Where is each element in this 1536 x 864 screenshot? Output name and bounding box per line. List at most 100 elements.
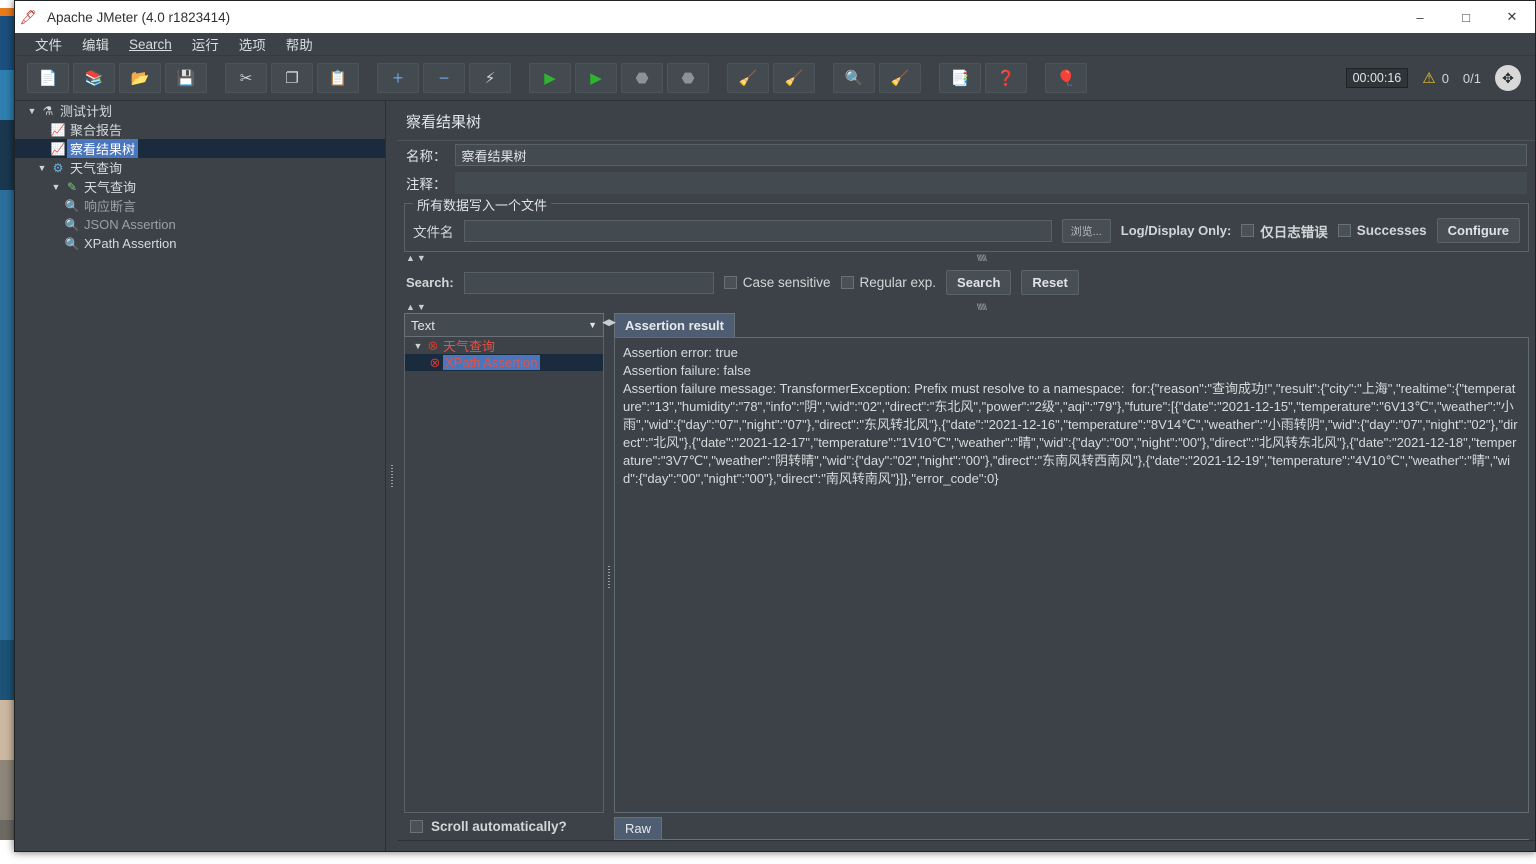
- warning-triangle-icon: ⚠: [1422, 70, 1436, 87]
- chevron-down-icon[interactable]: ▼: [25, 106, 39, 116]
- clear-all-button[interactable]: 🧹: [773, 63, 815, 93]
- reset-search-button[interactable]: 🧹: [879, 63, 921, 93]
- templates-button[interactable]: 📚: [73, 63, 115, 93]
- write-results-to-file-group: 所有数据写入一个文件 文件名 浏览... Log/Display Only: 仅…: [404, 195, 1529, 252]
- toggle-button[interactable]: ⚡: [469, 63, 511, 93]
- tree-node-aggregate-report[interactable]: 📈 聚合报告: [15, 120, 385, 139]
- chevron-down-icon[interactable]: ▼: [588, 320, 597, 330]
- view-results-tree-icon: 📈: [50, 141, 66, 156]
- connection-status-icon[interactable]: ✥: [1495, 65, 1521, 91]
- test-plan-tree[interactable]: ▼ ⚗ 测试计划 📈 聚合报告 📈 察看结果树 ▼ ⚙ 天气查询 ▼ ✎ 天气查…: [15, 101, 386, 851]
- new-button[interactable]: 📄: [27, 63, 69, 93]
- successes-checkbox[interactable]: Successes: [1337, 223, 1427, 238]
- configure-button[interactable]: Configure: [1436, 218, 1520, 243]
- up-arrow-icon[interactable]: ▲: [406, 253, 415, 263]
- copy-button[interactable]: ❐: [271, 63, 313, 93]
- scroll-automatically-checkbox[interactable]: [410, 820, 423, 833]
- start-button[interactable]: ▶: [529, 63, 571, 93]
- function-helper-button[interactable]: 📑: [939, 63, 981, 93]
- tree-node-view-results-tree[interactable]: 📈 察看结果树: [15, 139, 385, 158]
- menu-search-label: Search: [129, 36, 172, 52]
- comment-field-row: 注释：: [398, 169, 1535, 197]
- warning-indicator[interactable]: ⚠ 0: [1422, 69, 1449, 87]
- menu-search[interactable]: Search: [119, 35, 182, 54]
- minimize-button[interactable]: –: [1397, 1, 1443, 33]
- browse-button[interactable]: 浏览...: [1061, 218, 1111, 243]
- tree-node-xpath-assertion[interactable]: 🔍 XPath Assertion: [15, 234, 385, 253]
- save-button[interactable]: 💾: [165, 63, 207, 93]
- search-input[interactable]: [463, 271, 714, 294]
- expand-all-button[interactable]: +: [377, 63, 419, 93]
- shutdown-button[interactable]: ⬣: [667, 63, 709, 93]
- regular-expression-checkbox[interactable]: Regular exp.: [840, 275, 937, 290]
- name-label: 名称：: [406, 149, 447, 164]
- page-title: 察看结果树: [406, 114, 482, 131]
- tree-node-response-assertion[interactable]: 🔍 响应断言: [15, 196, 385, 215]
- case-sensitive-label: Case sensitive: [742, 275, 831, 290]
- collapse-expand-arrows-2[interactable]: ▲ ▼: [398, 301, 428, 313]
- close-button[interactable]: ✕: [1489, 1, 1535, 33]
- filename-label: 文件名: [413, 224, 454, 240]
- case-sensitive-checkbox[interactable]: Case sensitive: [723, 275, 831, 290]
- thread-counter: 0/1: [1462, 70, 1481, 86]
- start-no-pauses-button[interactable]: ▶: [575, 63, 617, 93]
- clear-button[interactable]: 🧹: [727, 63, 769, 93]
- successes-label: Successes: [1356, 223, 1427, 238]
- chevron-down-icon[interactable]: ▼: [411, 341, 425, 351]
- cut-button[interactable]: ✂: [225, 63, 267, 93]
- comment-label: 注释：: [406, 177, 447, 192]
- filename-input[interactable]: [463, 219, 1052, 242]
- sample-result-tree[interactable]: ▼ ⊗ 天气查询 ⊗ XPath Assertion: [404, 337, 604, 813]
- resize-grip-1[interactable]: \\\\\\: [428, 253, 1535, 263]
- render-selector-combobox[interactable]: Text ▼: [404, 313, 604, 337]
- up-arrow-icon[interactable]: ▲: [406, 302, 415, 312]
- tree-node-thread-group[interactable]: ▼ ⚙ 天气查询: [15, 158, 385, 177]
- menu-file[interactable]: 文件: [25, 32, 72, 56]
- result-detail-pane: Assertion result Assertion error: true A…: [614, 313, 1529, 840]
- down-arrow-icon[interactable]: ▼: [417, 302, 426, 312]
- undo-button[interactable]: 🎈: [1045, 63, 1087, 93]
- checkbox-box[interactable]: [723, 276, 737, 289]
- search-submit-button[interactable]: Search: [946, 270, 1012, 295]
- menu-edit[interactable]: 编辑: [72, 32, 119, 56]
- results-list-pane: Text ▼ ▼ ⊗ 天气查询 ⊗ XPath Assertion Scroll…: [404, 313, 604, 840]
- down-arrow-icon[interactable]: ▼: [417, 253, 426, 263]
- result-node-xpath-assertion[interactable]: ⊗ XPath Assertion: [405, 354, 603, 371]
- assertion-icon: 🔍: [64, 198, 80, 213]
- result-node-sampler[interactable]: ▼ ⊗ 天气查询: [405, 337, 603, 355]
- checkbox-box[interactable]: [1337, 224, 1351, 237]
- stop-button[interactable]: ⬣: [621, 63, 663, 93]
- results-vertical-splitter[interactable]: ◀▶: [602, 313, 616, 840]
- tree-main-splitter[interactable]: [386, 101, 398, 851]
- comment-input[interactable]: [454, 172, 1527, 194]
- checkbox-box[interactable]: [1241, 224, 1255, 237]
- checkbox-box[interactable]: [840, 276, 854, 289]
- collapse-all-button[interactable]: −: [423, 63, 465, 93]
- tree-node-http-sampler[interactable]: ▼ ✎ 天气查询: [15, 177, 385, 196]
- name-input[interactable]: [454, 144, 1527, 166]
- menu-run[interactable]: 运行: [182, 32, 229, 56]
- open-button[interactable]: 📂: [119, 63, 161, 93]
- tab-raw[interactable]: Raw: [614, 817, 663, 840]
- errors-only-checkbox[interactable]: 仅日志错误: [1241, 221, 1328, 241]
- tree-node-json-assertion[interactable]: 🔍 JSON Assertion: [15, 215, 385, 234]
- menu-help[interactable]: 帮助: [276, 32, 323, 56]
- regular-expression-label: Regular exp.: [859, 275, 937, 290]
- collapse-expand-arrows[interactable]: ▲ ▼: [398, 252, 428, 264]
- chevron-down-icon[interactable]: ▼: [35, 163, 49, 173]
- help-button[interactable]: ❓: [985, 63, 1027, 93]
- tree-node-test-plan[interactable]: ▼ ⚗ 测试计划: [15, 101, 385, 120]
- main-body: ▼ ⚗ 测试计划 📈 聚合报告 📈 察看结果树 ▼ ⚙ 天气查询 ▼ ✎ 天气查…: [15, 101, 1535, 851]
- resize-grip-2[interactable]: \\\\\\: [428, 302, 1535, 312]
- tree-node-label: 聚合报告: [70, 123, 123, 138]
- elapsed-time: 00:00:16: [1345, 68, 1409, 88]
- tab-assertion-result[interactable]: Assertion result: [614, 313, 735, 337]
- paste-button[interactable]: 📋: [317, 63, 359, 93]
- search-icon-button[interactable]: 🔍: [833, 63, 875, 93]
- search-reset-button[interactable]: Reset: [1021, 270, 1079, 295]
- title-bar: 🖋 Apache JMeter (4.0 r1823414) – □ ✕: [15, 1, 1535, 33]
- splitter-arrow-icon[interactable]: ◀▶: [602, 317, 616, 328]
- maximize-button[interactable]: □: [1443, 1, 1489, 33]
- menu-options[interactable]: 选项: [229, 32, 276, 56]
- chevron-down-icon[interactable]: ▼: [49, 182, 63, 192]
